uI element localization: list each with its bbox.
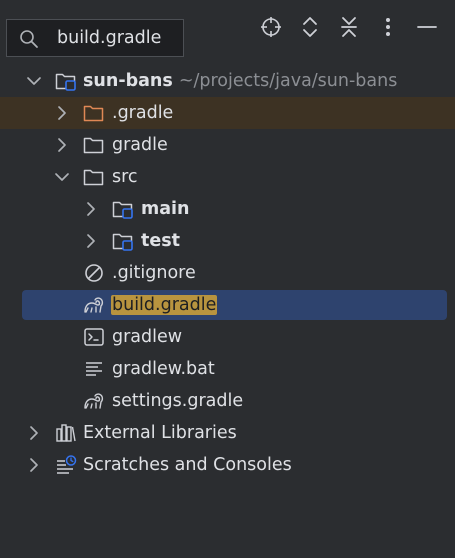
tree-item-label: Scratches and Consoles bbox=[83, 455, 292, 475]
tree-item-label: main bbox=[141, 199, 190, 219]
chevron-right-icon[interactable] bbox=[54, 105, 70, 121]
excluded-folder-icon bbox=[83, 105, 104, 122]
tree-item-label: gradle bbox=[112, 135, 168, 155]
search-input[interactable] bbox=[57, 20, 182, 56]
tree-item-test[interactable]: test bbox=[0, 225, 455, 257]
chevron-down-icon[interactable] bbox=[54, 169, 70, 185]
minimize-icon[interactable] bbox=[414, 14, 440, 40]
tree-item-gradlew[interactable]: gradlew bbox=[0, 321, 455, 353]
terminal-icon bbox=[84, 328, 104, 346]
tree-item-main[interactable]: main bbox=[0, 193, 455, 225]
tree-item-build-gradle[interactable]: build.gradle bbox=[0, 289, 455, 321]
tree-item-gitignore[interactable]: .gitignore bbox=[0, 257, 455, 289]
more-icon[interactable] bbox=[375, 14, 401, 40]
chevron-right-icon[interactable] bbox=[83, 233, 99, 249]
collapse-all-icon[interactable] bbox=[336, 14, 362, 40]
library-icon bbox=[56, 424, 76, 442]
module-folder-icon bbox=[112, 233, 133, 251]
project-path: ~/projects/java/sun-bans bbox=[178, 71, 398, 91]
tree-item-label: .gradle bbox=[112, 103, 174, 123]
tree-item-label: src bbox=[112, 167, 138, 187]
text-file-icon bbox=[86, 362, 102, 376]
chevron-right-icon[interactable] bbox=[83, 201, 99, 217]
tree-item-label: gradlew bbox=[112, 327, 183, 347]
tree-item-label: sun-bans ~/projects/java/sun-bans bbox=[83, 71, 398, 91]
locate-icon[interactable] bbox=[258, 14, 284, 40]
gradle-icon bbox=[84, 297, 104, 313]
chevron-right-icon[interactable] bbox=[54, 137, 70, 153]
chevron-right-icon[interactable] bbox=[26, 457, 42, 473]
tree-item-external-libraries[interactable]: External Libraries bbox=[0, 417, 455, 449]
tree-item-settings-gradle[interactable]: settings.gradle bbox=[0, 385, 455, 417]
module-folder-icon bbox=[112, 201, 133, 219]
ignore-file-icon bbox=[85, 264, 103, 282]
search-match-highlight: build.gradle bbox=[111, 295, 218, 315]
tree-item-label: gradlew.bat bbox=[112, 359, 215, 379]
project-toolbar bbox=[0, 0, 455, 64]
search-field[interactable] bbox=[6, 19, 184, 57]
tree-item-label: build.gradle bbox=[111, 289, 218, 321]
expand-all-icon[interactable] bbox=[297, 14, 323, 40]
tree-item-src[interactable]: src bbox=[0, 161, 455, 193]
tree-item-dot-gradle[interactable]: .gradle bbox=[0, 97, 455, 129]
search-icon bbox=[20, 30, 38, 48]
gradle-icon bbox=[84, 393, 104, 409]
tree-item-label: settings.gradle bbox=[112, 391, 244, 411]
folder-icon bbox=[83, 137, 104, 154]
chevron-right-icon[interactable] bbox=[26, 425, 42, 441]
tree-item-label: External Libraries bbox=[83, 423, 237, 443]
tree-item-scratches[interactable]: Scratches and Consoles bbox=[0, 449, 455, 481]
module-folder-icon bbox=[55, 73, 76, 91]
tree-item-label: .gitignore bbox=[112, 263, 196, 283]
chevron-down-icon[interactable] bbox=[26, 73, 42, 89]
tree-item-gradle[interactable]: gradle bbox=[0, 129, 455, 161]
folder-icon bbox=[83, 169, 104, 186]
scratches-icon bbox=[57, 455, 77, 474]
tree-item-gradlew-bat[interactable]: gradlew.bat bbox=[0, 353, 455, 385]
tree-item-root[interactable]: sun-bans ~/projects/java/sun-bans bbox=[0, 65, 455, 97]
tree-item-label: test bbox=[141, 231, 181, 251]
